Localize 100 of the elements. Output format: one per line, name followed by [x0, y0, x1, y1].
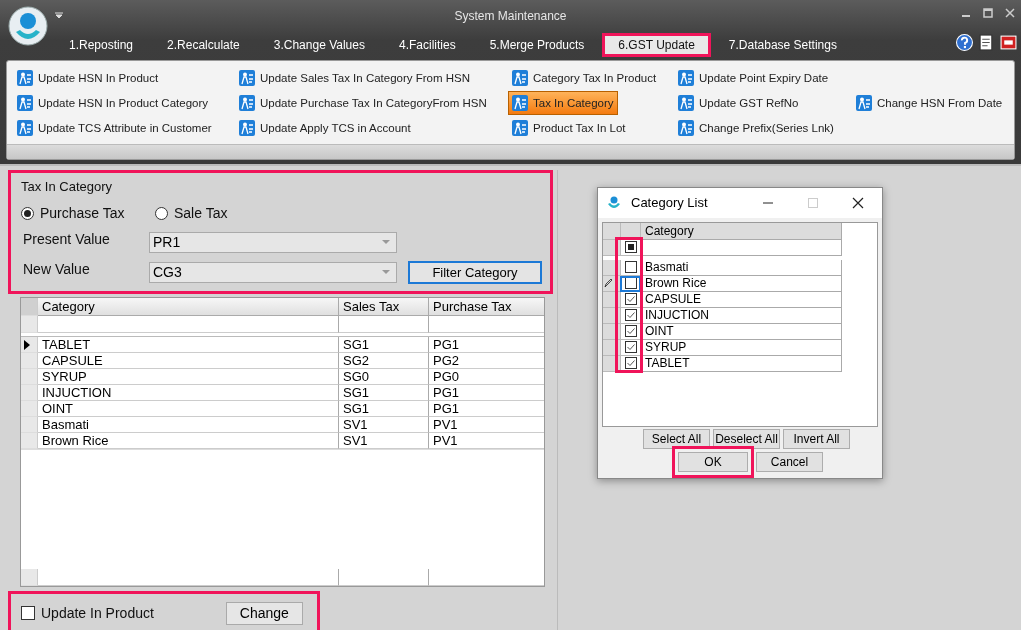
ribbon-button[interactable]: Update Sales Tax In Category From HSN: [235, 66, 475, 90]
checkbox[interactable]: [624, 357, 637, 370]
tab[interactable]: 4.Facilities: [382, 33, 472, 57]
tab[interactable]: 6.GST Update: [602, 33, 711, 57]
ribbon-button[interactable]: Update HSN In Product: [13, 66, 163, 90]
user-list-icon: [678, 70, 694, 86]
table-cell: Basmati: [641, 259, 842, 276]
select-all-checkbox[interactable]: [624, 241, 637, 254]
table-cell: SG1: [339, 337, 429, 353]
table-cell: PG0: [429, 369, 544, 385]
table-cell: INJUCTION: [641, 307, 842, 324]
tab[interactable]: 2.Recalculate: [151, 33, 256, 57]
user-list-icon: [512, 95, 528, 111]
table-cell: OINT: [641, 323, 842, 340]
table-cell: SV1: [339, 417, 429, 433]
help-icon[interactable]: [956, 34, 973, 51]
dropdown-field[interactable]: CG3: [149, 261, 397, 283]
ribbon-button[interactable]: Update GST RefNo: [674, 91, 803, 115]
user-list-icon: [678, 95, 694, 111]
filter-cell[interactable]: [641, 239, 842, 256]
filter-cell[interactable]: [339, 316, 429, 333]
selection-button[interactable]: Deselect All: [713, 429, 780, 449]
table-cell: PV1: [429, 417, 544, 433]
table-cell: PG2: [429, 353, 544, 369]
table-cell: PG1: [429, 385, 544, 401]
row-header: [21, 298, 38, 316]
table-cell: SG0: [339, 369, 429, 385]
filter-category-button[interactable]: Filter Category: [408, 260, 542, 284]
column-header[interactable]: Purchase Tax: [429, 298, 544, 316]
column-header[interactable]: Sales Tax: [339, 298, 429, 316]
close-icon[interactable]: [852, 196, 864, 209]
table-cell: INJUCTION: [38, 385, 339, 401]
checkbox[interactable]: [624, 325, 637, 338]
radio-button[interactable]: Sale Tax: [155, 205, 228, 221]
checkbox[interactable]: [624, 309, 637, 322]
pencil-icon: [603, 278, 613, 289]
radio-button[interactable]: Purchase Tax: [21, 205, 125, 221]
selection-button[interactable]: Select All: [643, 429, 710, 449]
current-row-icon: [24, 339, 30, 350]
table-cell: TABLET: [641, 355, 842, 372]
user-list-icon: [512, 70, 528, 86]
table-cell: PG1: [429, 337, 544, 353]
dropdown-field[interactable]: PR1: [149, 231, 397, 253]
field-label: New Value: [22, 261, 91, 277]
maximize-icon: [807, 196, 819, 209]
ribbon-button[interactable]: Update Purchase Tax In CategoryFrom HSN: [235, 91, 491, 115]
selection-button[interactable]: Invert All: [783, 429, 850, 449]
tab[interactable]: 5.Merge Products: [473, 33, 601, 57]
table-cell: CAPSULE: [38, 353, 339, 369]
update-in-product-checkbox[interactable]: Update In Product: [21, 605, 154, 621]
user-list-icon: [856, 95, 872, 111]
table-cell: SYRUP: [38, 369, 339, 385]
ribbon-button[interactable]: Change HSN From Date: [852, 91, 1007, 115]
ribbon-button[interactable]: Product Tax In Lot: [508, 116, 630, 140]
user-list-icon: [239, 70, 255, 86]
table-cell: SG1: [339, 401, 429, 417]
checkbox[interactable]: [624, 341, 637, 354]
checkbox[interactable]: [624, 293, 637, 306]
column-header[interactable]: Category: [38, 298, 339, 316]
ribbon-button[interactable]: Category Tax In Product: [508, 66, 661, 90]
user-list-icon: [678, 120, 694, 136]
user-list-icon: [239, 120, 255, 136]
row-header[interactable]: [21, 337, 38, 353]
cancel-button[interactable]: Cancel: [756, 452, 823, 472]
table-cell: OINT: [38, 401, 339, 417]
window-title: System Maintenance: [454, 8, 567, 23]
dialog-title: Category List: [631, 195, 709, 211]
ribbon-button[interactable]: Update HSN In Product Category: [13, 91, 213, 115]
table-cell: CAPSULE: [641, 291, 842, 308]
app-logo[interactable]: [8, 6, 48, 46]
row-header: [21, 316, 38, 333]
user-list-icon: [17, 95, 33, 111]
document-icon[interactable]: [978, 34, 995, 51]
maximize-icon[interactable]: [983, 8, 993, 18]
checkbox[interactable]: [624, 277, 637, 290]
dropdown-arrow-icon[interactable]: [55, 12, 63, 18]
field-label: Present Value: [22, 231, 111, 247]
user-list-icon: [17, 120, 33, 136]
ribbon-button[interactable]: Update Apply TCS in Account: [235, 116, 415, 140]
group-title: Tax In Category: [21, 179, 114, 196]
ribbon-button[interactable]: Update TCS Attribute in Customer: [13, 116, 216, 140]
app-logo: [606, 194, 622, 211]
table-cell: SYRUP: [641, 339, 842, 356]
tab[interactable]: 1.Reposting: [53, 33, 150, 57]
change-button[interactable]: Change: [225, 601, 303, 625]
checkbox[interactable]: [624, 261, 637, 274]
table-cell: PG1: [429, 401, 544, 417]
ribbon-button[interactable]: Tax In Category: [508, 91, 618, 115]
table-cell: Brown Rice: [641, 275, 842, 292]
table-cell: TABLET: [38, 337, 339, 353]
ribbon-button[interactable]: Update Point Expiry Date: [674, 66, 833, 90]
table-cell: SG1: [339, 385, 429, 401]
user-list-icon: [17, 70, 33, 86]
exit-icon[interactable]: [1000, 34, 1017, 51]
filter-cell[interactable]: [38, 316, 339, 333]
ribbon-button[interactable]: Change Prefix(Series Lnk): [674, 116, 838, 140]
ok-button[interactable]: OK: [678, 452, 748, 472]
tab[interactable]: 3.Change Values: [257, 33, 381, 57]
column-header[interactable]: Category: [641, 222, 842, 240]
tab[interactable]: 7.Database Settings: [712, 33, 853, 57]
